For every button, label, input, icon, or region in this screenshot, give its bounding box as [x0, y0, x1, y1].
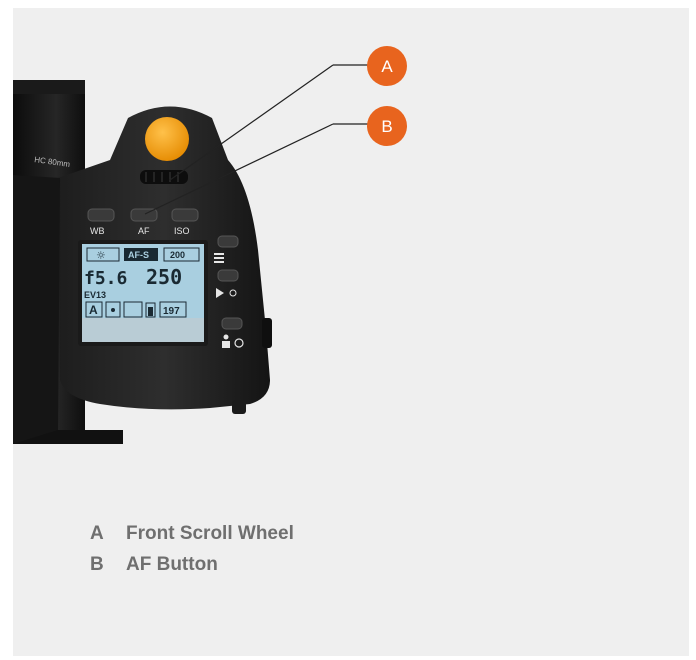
shutter-button[interactable]: [145, 117, 189, 161]
callout-b-letter: B: [381, 117, 392, 136]
legend-item-b: B AF Button: [90, 549, 294, 580]
legend-item-a: A Front Scroll Wheel: [90, 518, 294, 549]
lcd-sun-icon: ☼: [96, 249, 106, 262]
lcd-iso-value: 200: [170, 250, 185, 260]
menu-up-button[interactable]: [217, 235, 239, 248]
lcd-shots-remaining: 197: [163, 306, 180, 317]
legend-label: AF Button: [126, 553, 218, 575]
person-button[interactable]: [221, 317, 243, 330]
iso-label: ISO: [174, 226, 190, 236]
lcd-display: ☼ AF-S 200 f5.6 250 EV13 A 197: [78, 240, 208, 346]
lcd-metering-icon: [111, 308, 115, 312]
lcd-aperture: f5.6: [84, 268, 127, 289]
wb-label: WB: [90, 226, 105, 236]
callout-legend: A Front Scroll Wheel B AF Button: [90, 518, 294, 580]
lcd-ev: EV13: [84, 290, 106, 300]
legend-letter: B: [90, 553, 104, 575]
callout-a-letter: A: [381, 57, 393, 76]
iso-button[interactable]: [171, 208, 199, 222]
af-label: AF: [138, 226, 150, 236]
lcd-af-mode: AF-S: [128, 250, 149, 260]
wb-button[interactable]: [87, 208, 115, 222]
menu-icon: [214, 253, 224, 263]
lcd-shutter: 250: [146, 265, 182, 289]
lcd-exposure-mode: A: [89, 303, 98, 317]
play-button[interactable]: [217, 269, 239, 282]
legend-label: Front Scroll Wheel: [126, 522, 294, 544]
af-button[interactable]: [130, 208, 158, 222]
legend-letter: A: [90, 522, 104, 544]
